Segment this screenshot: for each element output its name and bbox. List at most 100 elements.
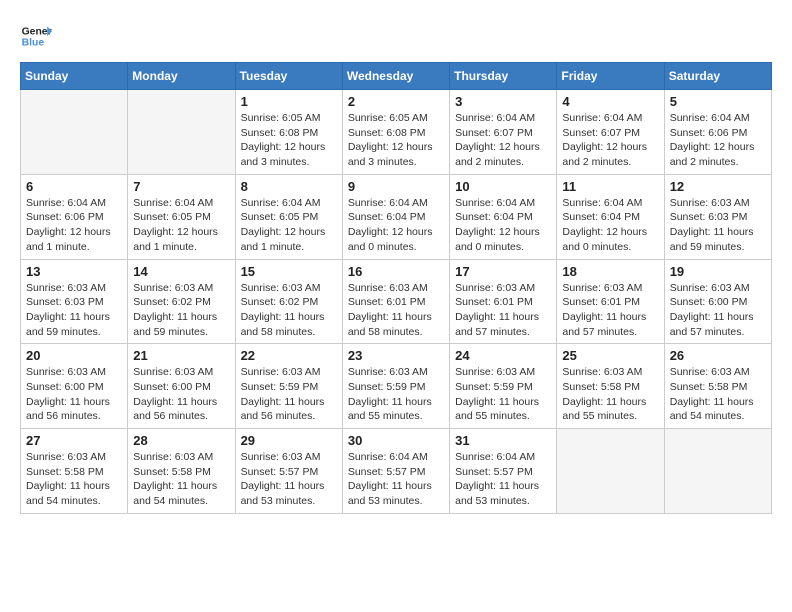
calendar-cell: 15Sunrise: 6:03 AM Sunset: 6:02 PM Dayli… [235, 259, 342, 344]
day-info: Sunrise: 6:03 AM Sunset: 5:57 PM Dayligh… [241, 450, 337, 509]
calendar-cell: 9 Sunrise: 6:04 AM Sunset: 6:04 PM Daylig… [342, 174, 449, 259]
day-number: 25 [562, 348, 658, 363]
day-number: 4 [562, 94, 658, 109]
day-number: 31 [455, 433, 551, 448]
calendar-cell: 14 Sunrise: 6:03 AM Sunset: 6:02 PM Dayli… [128, 259, 235, 344]
calendar-cell: 11 Sunrise: 6:04 AM Sunset: 6:04 PM Dayli… [557, 174, 664, 259]
day-number: 26 [670, 348, 766, 363]
day-info: Sunrise: 6:03 AM Sunset: 5:59 PM Dayligh… [455, 365, 551, 424]
calendar-cell: 16 Sunrise: 6:03 AM Sunset: 6:01 PM Dayli… [342, 259, 449, 344]
calendar-cell: 25 Sunrise: 6:03 AM Sunset: 5:58 PM Dayli… [557, 344, 664, 429]
calendar-cell: 19 Sunrise: 6:03 AM Sunset: 6:00 PM Dayli… [664, 259, 771, 344]
calendar-cell: 13 Sunrise: 6:03 AM Sunset: 6:03 PM Dayli… [21, 259, 128, 344]
day-number: 3 [455, 94, 551, 109]
day-info: Sunrise: 6:04 AM Sunset: 6:04 PM Dayligh… [562, 196, 658, 255]
calendar-cell: 21 Sunrise: 6:03 AM Sunset: 6:00 PM Dayli… [128, 344, 235, 429]
day-number: 18 [562, 264, 658, 279]
day-info: Sunrise: 6:03 AM Sunset: 6:03 PM Dayligh… [26, 281, 122, 340]
calendar-cell: 3 Sunrise: 6:04 AM Sunset: 6:07 PM Daylig… [450, 90, 557, 175]
day-number: 7 [133, 179, 229, 194]
day-number: 10 [455, 179, 551, 194]
calendar-cell [21, 90, 128, 175]
day-info: Sunrise: 6:04 AM Sunset: 6:05 PM Dayligh… [241, 196, 337, 255]
calendar-cell: 20 Sunrise: 6:03 AM Sunset: 6:00 PM Dayli… [21, 344, 128, 429]
logo: General Blue [20, 20, 52, 52]
day-number: 20 [26, 348, 122, 363]
day-info: Sunrise: 6:03 AM Sunset: 6:01 PM Dayligh… [562, 281, 658, 340]
calendar-cell: 30 Sunrise: 6:04 AM Sunset: 5:57 PM Dayli… [342, 429, 449, 514]
weekday-header-sunday: Sunday [21, 63, 128, 90]
day-number: 29 [241, 433, 337, 448]
day-info: Sunrise: 6:03 AM Sunset: 6:03 PM Dayligh… [670, 196, 766, 255]
day-info: Sunrise: 6:03 AM Sunset: 6:00 PM Dayligh… [670, 281, 766, 340]
day-number: 9 [348, 179, 444, 194]
day-number: 12 [670, 179, 766, 194]
svg-text:Blue: Blue [22, 38, 45, 49]
calendar-cell: 17 Sunrise: 6:03 AM Sunset: 6:01 PM Dayli… [450, 259, 557, 344]
calendar-cell: 27 Sunrise: 6:03 AM Sunset: 5:58 PM Dayli… [21, 429, 128, 514]
calendar-cell: 6 Sunrise: 6:04 AM Sunset: 6:06 PM Daylig… [21, 174, 128, 259]
calendar-cell: 24 Sunrise: 6:03 AM Sunset: 5:59 PM Dayli… [450, 344, 557, 429]
day-number: 5 [670, 94, 766, 109]
day-info: Sunrise: 6:04 AM Sunset: 6:06 PM Dayligh… [670, 111, 766, 170]
calendar-cell: 12 Sunrise: 6:03 AM Sunset: 6:03 PM Dayli… [664, 174, 771, 259]
day-info: Sunrise: 6:03 AM Sunset: 6:00 PM Dayligh… [26, 365, 122, 424]
calendar-cell [128, 90, 235, 175]
calendar-cell: 8 Sunrise: 6:04 AM Sunset: 6:05 PM Daylig… [235, 174, 342, 259]
day-number: 1 [241, 94, 337, 109]
weekday-header-thursday: Thursday [450, 63, 557, 90]
calendar-cell [557, 429, 664, 514]
day-number: 13 [26, 264, 122, 279]
day-info: Sunrise: 6:04 AM Sunset: 6:06 PM Dayligh… [26, 196, 122, 255]
calendar-cell: 10 Sunrise: 6:04 AM Sunset: 6:04 PM Dayli… [450, 174, 557, 259]
day-number: 17 [455, 264, 551, 279]
day-number: 21 [133, 348, 229, 363]
day-info: Sunrise: 6:03 AM Sunset: 5:58 PM Dayligh… [133, 450, 229, 509]
day-info: Sunrise: 6:04 AM Sunset: 6:07 PM Dayligh… [455, 111, 551, 170]
calendar-cell: 5 Sunrise: 6:04 AM Sunset: 6:06 PM Daylig… [664, 90, 771, 175]
day-info: Sunrise: 6:03 AM Sunset: 6:00 PM Dayligh… [133, 365, 229, 424]
day-number: 27 [26, 433, 122, 448]
weekday-header-monday: Monday [128, 63, 235, 90]
day-number: 2 [348, 94, 444, 109]
day-number: 19 [670, 264, 766, 279]
day-info: Sunrise: 6:03 AM Sunset: 5:58 PM Dayligh… [26, 450, 122, 509]
day-number: 24 [455, 348, 551, 363]
day-number: 22 [241, 348, 337, 363]
weekday-header-friday: Friday [557, 63, 664, 90]
day-info: Sunrise: 6:03 AM Sunset: 5:58 PM Dayligh… [562, 365, 658, 424]
calendar-cell: 2 Sunrise: 6:05 AM Sunset: 6:08 PM Daylig… [342, 90, 449, 175]
day-number: 30 [348, 433, 444, 448]
day-info: Sunrise: 6:04 AM Sunset: 5:57 PM Dayligh… [348, 450, 444, 509]
calendar-cell: 4 Sunrise: 6:04 AM Sunset: 6:07 PM Daylig… [557, 90, 664, 175]
calendar-cell: 23Sunrise: 6:03 AM Sunset: 5:59 PM Dayli… [342, 344, 449, 429]
calendar-cell: 28 Sunrise: 6:03 AM Sunset: 5:58 PM Dayli… [128, 429, 235, 514]
day-info: Sunrise: 6:05 AM Sunset: 6:08 PM Dayligh… [241, 111, 337, 170]
weekday-header-wednesday: Wednesday [342, 63, 449, 90]
calendar-cell: 7Sunrise: 6:04 AM Sunset: 6:05 PM Daylig… [128, 174, 235, 259]
day-number: 16 [348, 264, 444, 279]
calendar-cell [664, 429, 771, 514]
day-info: Sunrise: 6:03 AM Sunset: 6:02 PM Dayligh… [241, 281, 337, 340]
calendar-cell: 31Sunrise: 6:04 AM Sunset: 5:57 PM Dayli… [450, 429, 557, 514]
day-info: Sunrise: 6:03 AM Sunset: 5:58 PM Dayligh… [670, 365, 766, 424]
calendar-cell: 18 Sunrise: 6:03 AM Sunset: 6:01 PM Dayli… [557, 259, 664, 344]
day-info: Sunrise: 6:03 AM Sunset: 5:59 PM Dayligh… [241, 365, 337, 424]
day-number: 28 [133, 433, 229, 448]
day-info: Sunrise: 6:04 AM Sunset: 6:07 PM Dayligh… [562, 111, 658, 170]
day-info: Sunrise: 6:04 AM Sunset: 6:04 PM Dayligh… [455, 196, 551, 255]
day-info: Sunrise: 6:03 AM Sunset: 6:02 PM Dayligh… [133, 281, 229, 340]
day-number: 6 [26, 179, 122, 194]
day-number: 14 [133, 264, 229, 279]
day-info: Sunrise: 6:03 AM Sunset: 6:01 PM Dayligh… [348, 281, 444, 340]
day-info: Sunrise: 6:04 AM Sunset: 6:04 PM Dayligh… [348, 196, 444, 255]
calendar-cell: 22 Sunrise: 6:03 AM Sunset: 5:59 PM Dayli… [235, 344, 342, 429]
weekday-header-tuesday: Tuesday [235, 63, 342, 90]
day-number: 23 [348, 348, 444, 363]
day-info: Sunrise: 6:05 AM Sunset: 6:08 PM Dayligh… [348, 111, 444, 170]
day-info: Sunrise: 6:03 AM Sunset: 6:01 PM Dayligh… [455, 281, 551, 340]
calendar: SundayMondayTuesdayWednesdayThursdayFrid… [20, 62, 772, 514]
calendar-cell: 29 Sunrise: 6:03 AM Sunset: 5:57 PM Dayli… [235, 429, 342, 514]
day-number: 8 [241, 179, 337, 194]
day-number: 11 [562, 179, 658, 194]
